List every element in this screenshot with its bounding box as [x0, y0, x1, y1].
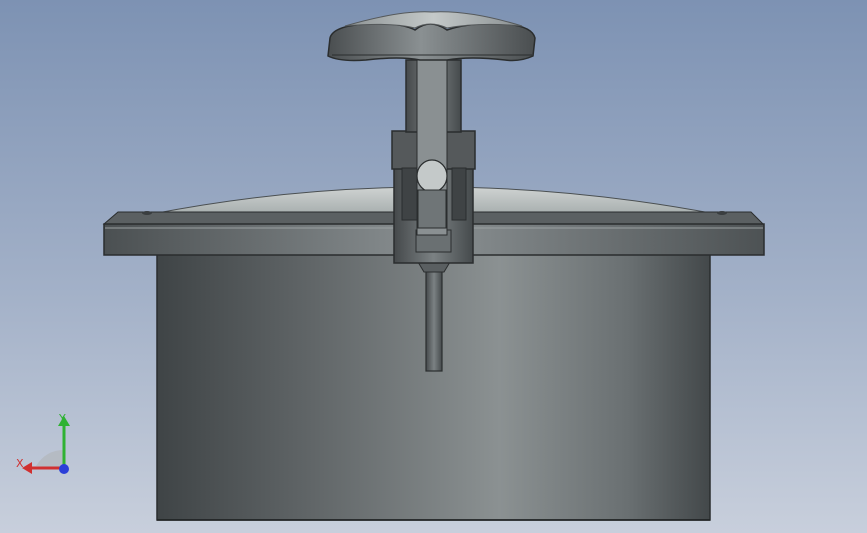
hinge-pin-lower — [417, 189, 447, 229]
triad-axes — [22, 416, 70, 474]
flange-bolt-left — [142, 211, 152, 215]
hinge-pin[interactable] — [416, 159, 448, 193]
swing-bolt[interactable] — [425, 261, 443, 372]
manhole-cover-model[interactable] — [0, 0, 867, 533]
y-axis-label: Y — [59, 412, 66, 425]
flange-bolt-right — [717, 211, 727, 215]
cad-viewport[interactable]: Y X — [0, 0, 867, 533]
z-axis-dot — [59, 464, 69, 474]
x-axis-label: X — [16, 457, 24, 470]
triad-plane-shading — [36, 450, 64, 468]
clamp-inner-left — [401, 167, 419, 221]
clamp-inner-right — [451, 167, 467, 221]
coordinate-triad: Y X — [12, 410, 76, 482]
